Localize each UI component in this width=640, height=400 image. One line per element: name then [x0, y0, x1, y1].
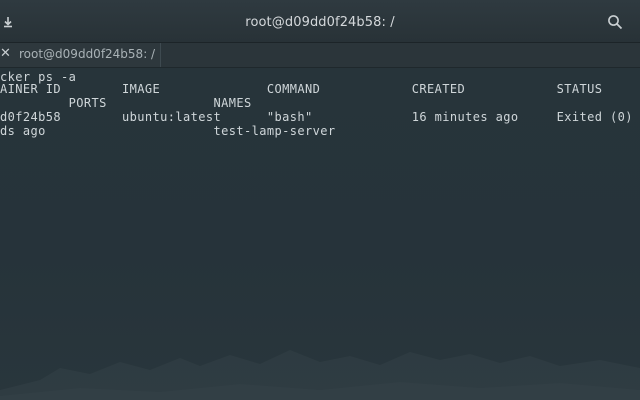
terminal-line-header: AINER ID IMAGE COMMAND CREATED STATUS [0, 82, 603, 96]
close-icon[interactable]: ✕ [0, 47, 11, 61]
tab-bar: ✕ root@d09dd0f24b58: / [0, 43, 640, 68]
search-icon[interactable] [607, 14, 623, 30]
tab-label: root@d09dd0f24b58: / [19, 47, 156, 61]
background-scenery [0, 350, 640, 400]
window-title: root@d09dd0f24b58: / [245, 15, 395, 30]
terminal-line-row-cont: ds ago test-lamp-server [0, 124, 336, 138]
terminal-line-row: d0f24b58 ubuntu:latest "bash" 16 minutes… [0, 110, 633, 124]
terminal-output[interactable]: cker ps -a AINER ID IMAGE COMMAND CREATE… [0, 68, 640, 400]
title-bar: root@d09dd0f24b58: / [0, 0, 640, 43]
tab-terminal[interactable]: ✕ root@d09dd0f24b58: / [0, 43, 161, 67]
terminal-line-header-cont: PORTS NAMES [0, 96, 252, 110]
